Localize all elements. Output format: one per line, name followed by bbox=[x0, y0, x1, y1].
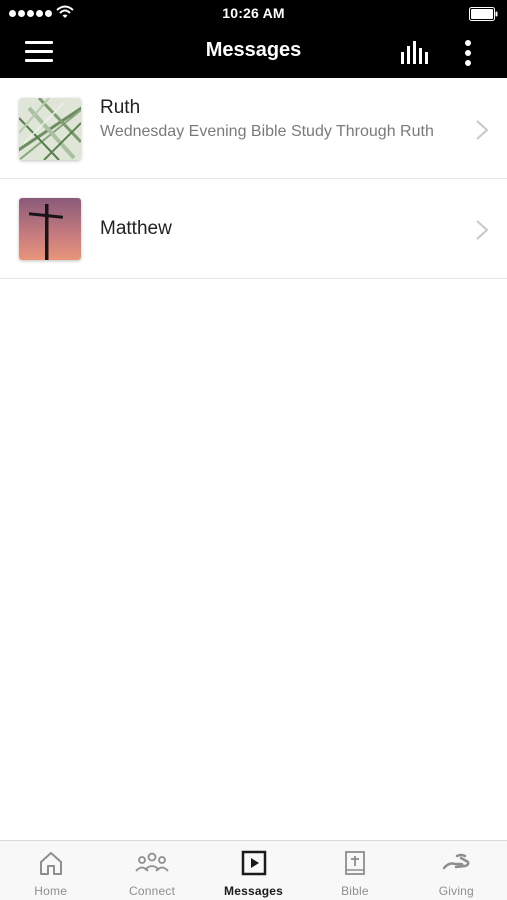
tab-giving[interactable]: Giving bbox=[406, 841, 507, 900]
tab-label: Bible bbox=[341, 884, 369, 898]
giving-hand-icon bbox=[443, 853, 470, 870]
home-icon bbox=[39, 852, 62, 875]
chevron-right-icon bbox=[476, 220, 489, 240]
tab-label: Giving bbox=[438, 884, 474, 898]
cross-sunset-image bbox=[19, 198, 81, 260]
tab-label: Home bbox=[34, 884, 68, 898]
tab-home[interactable]: Home bbox=[0, 841, 101, 900]
series-title: Ruth bbox=[100, 97, 141, 118]
palm-leaf-thumbnail bbox=[19, 98, 81, 160]
series-subtitle: Wednesday Evening Bible Study Through Ru… bbox=[100, 123, 434, 140]
palm-leaf-image bbox=[19, 98, 81, 160]
navigation-bar: Messages bbox=[0, 28, 507, 78]
cross-sunset-thumbnail bbox=[19, 198, 81, 260]
bible-icon bbox=[345, 851, 365, 875]
tab-bar: Home Connect Messages Bible Giving bbox=[0, 840, 507, 900]
message-series-list: Ruth Wednesday Evening Bible Study Throu… bbox=[0, 79, 507, 279]
list-item-matthew[interactable]: Matthew bbox=[0, 179, 507, 279]
series-title: Matthew bbox=[100, 218, 172, 239]
battery-icon bbox=[469, 7, 498, 21]
tab-label: Messages bbox=[224, 884, 283, 898]
people-icon bbox=[135, 852, 169, 872]
tab-label: Connect bbox=[129, 884, 176, 898]
chevron-right-icon bbox=[476, 120, 489, 140]
list-item-ruth[interactable]: Ruth Wednesday Evening Bible Study Throu… bbox=[0, 79, 507, 179]
app-screen: 10:26 AM Messages Ruth Wednesday Evening… bbox=[0, 0, 507, 900]
more-vertical-icon[interactable] bbox=[458, 39, 478, 67]
tab-bible[interactable]: Bible bbox=[304, 841, 405, 900]
audio-bars-icon[interactable] bbox=[399, 40, 431, 66]
status-bar: 10:26 AM bbox=[0, 0, 507, 28]
status-time: 10:26 AM bbox=[222, 5, 285, 21]
tab-messages[interactable]: Messages bbox=[203, 841, 304, 900]
play-square-icon bbox=[241, 850, 266, 876]
tab-connect[interactable]: Connect bbox=[101, 841, 202, 900]
